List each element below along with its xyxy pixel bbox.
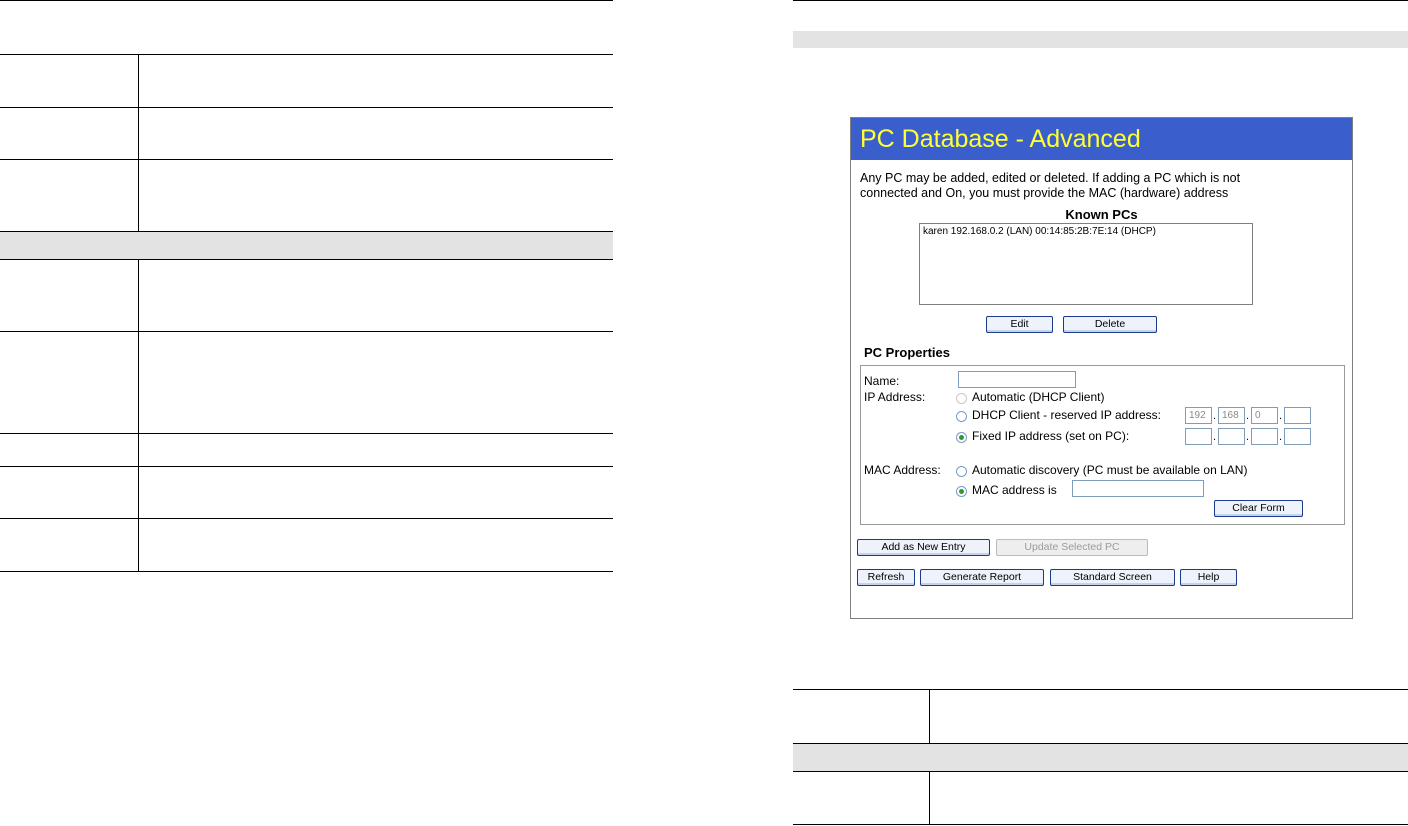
fixed-ip-octet-2[interactable]: [1218, 428, 1245, 445]
page-title: PC Database - Advanced: [851, 118, 1352, 160]
left-table-rule: [0, 107, 613, 108]
refresh-button[interactable]: Refresh: [857, 569, 915, 586]
ip-reserved-radio[interactable]: [956, 411, 967, 422]
ip-reserved-label: DHCP Client - reserved IP address:: [972, 408, 1161, 422]
reserved-ip-octet-2[interactable]: 168: [1218, 407, 1245, 424]
known-pcs-heading: Known PCs: [1065, 207, 1138, 222]
ip-automatic-radio[interactable]: [956, 393, 967, 404]
right-table-rule: [793, 824, 1408, 825]
right-section-band: [793, 743, 1408, 772]
mac-address-label: MAC Address:: [864, 463, 941, 477]
ip-dot: .: [1246, 431, 1250, 443]
left-column-divider: [138, 260, 139, 571]
pc-properties-box: Name: IP Address: Automatic (DHCP Client…: [860, 365, 1345, 525]
left-column-divider: [138, 54, 139, 231]
name-label: Name:: [864, 374, 900, 388]
left-table-rule: [0, 518, 613, 519]
left-table-rule: [0, 466, 613, 467]
intro-text: Any PC may be added, edited or deleted. …: [860, 171, 1241, 185]
ip-dot: .: [1279, 431, 1283, 443]
edit-button[interactable]: Edit: [986, 316, 1053, 333]
right-header-band: [793, 31, 1408, 48]
pc-database-screenshot: PC Database - Advanced Any PC may be add…: [850, 117, 1353, 619]
mac-auto-radio[interactable]: [956, 466, 967, 477]
delete-button[interactable]: Delete: [1063, 316, 1157, 333]
pc-properties-heading: PC Properties: [864, 345, 950, 360]
left-section-band: [0, 231, 613, 260]
add-entry-button[interactable]: Add as New Entry: [857, 539, 990, 556]
mac-manual-radio[interactable]: [956, 486, 967, 497]
standard-screen-button[interactable]: Standard Screen: [1050, 569, 1175, 586]
ip-fixed-label: Fixed IP address (set on PC):: [972, 429, 1130, 443]
left-table-rule: [0, 331, 613, 332]
mac-auto-label: Automatic discovery (PC must be availabl…: [972, 463, 1248, 477]
left-top-rule: [0, 0, 613, 1]
clear-form-button[interactable]: Clear Form: [1214, 500, 1303, 517]
generate-report-button[interactable]: Generate Report: [920, 569, 1044, 586]
known-pcs-list[interactable]: karen 192.168.0.2 (LAN) 00:14:85:2B:7E:1…: [919, 223, 1253, 305]
left-table-rule: [0, 54, 613, 55]
help-button[interactable]: Help: [1180, 569, 1237, 586]
update-selected-button[interactable]: Update Selected PC: [996, 539, 1148, 556]
intro-text: connected and On, you must provide the M…: [860, 186, 1229, 200]
right-table-rule: [793, 689, 1408, 690]
mac-address-input[interactable]: [1072, 480, 1204, 497]
ip-dot: .: [1213, 410, 1217, 422]
left-table-rule: [0, 433, 613, 434]
ip-dot: .: [1213, 431, 1217, 443]
ip-dot: .: [1246, 410, 1250, 422]
reserved-ip-octet-4[interactable]: [1284, 407, 1311, 424]
left-table-rule: [0, 159, 613, 160]
name-input[interactable]: [958, 371, 1076, 388]
fixed-ip-octet-1[interactable]: [1185, 428, 1212, 445]
reserved-ip-octet-1[interactable]: 192: [1185, 407, 1212, 424]
right-column-divider: [929, 689, 930, 743]
reserved-ip-octet-3[interactable]: 0: [1251, 407, 1278, 424]
fixed-ip-octet-3[interactable]: [1251, 428, 1278, 445]
ip-address-label: IP Address:: [864, 390, 926, 404]
list-item[interactable]: karen 192.168.0.2 (LAN) 00:14:85:2B:7E:1…: [923, 226, 1249, 237]
ip-dot: .: [1279, 410, 1283, 422]
ip-automatic-label: Automatic (DHCP Client): [972, 390, 1105, 404]
right-column-divider: [929, 772, 930, 824]
fixed-ip-octet-4[interactable]: [1284, 428, 1311, 445]
ip-fixed-radio[interactable]: [956, 432, 967, 443]
right-top-rule: [793, 0, 1408, 1]
mac-manual-label: MAC address is: [972, 483, 1057, 497]
left-table-rule: [0, 571, 613, 572]
